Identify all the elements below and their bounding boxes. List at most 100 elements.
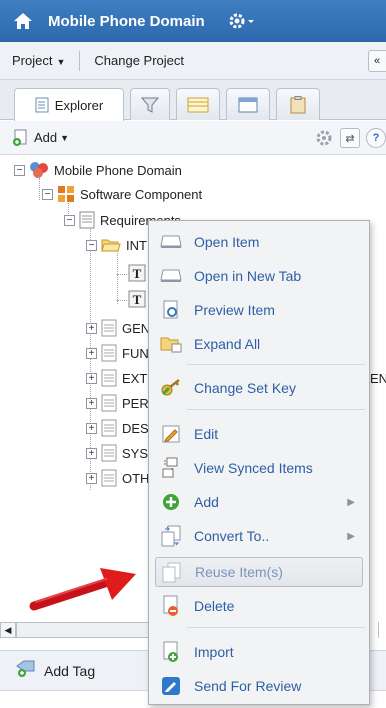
- menu-item-expand-all[interactable]: Expand All: [155, 329, 363, 359]
- document-set-icon: [79, 211, 95, 229]
- document-icon: [101, 444, 117, 462]
- menu-item-import[interactable]: Import: [155, 637, 363, 667]
- tab-grid[interactable]: [176, 88, 220, 120]
- annotation-arrow-icon: [29, 568, 136, 611]
- tree-node-label: GEN: [122, 320, 151, 336]
- home-icon[interactable]: [12, 10, 34, 32]
- delete-icon: [159, 594, 183, 618]
- convert-icon: [159, 524, 183, 548]
- scroll-left-button[interactable]: ◀: [0, 622, 16, 638]
- app-title-bar: Mobile Phone Domain: [0, 0, 386, 42]
- settings-gear-icon[interactable]: [227, 11, 255, 31]
- menu-item-label: Expand All: [194, 336, 261, 352]
- menu-item-label: Import: [194, 644, 234, 660]
- submenu-arrow-icon: ▶: [347, 530, 355, 542]
- tree-node-label: Software Component: [80, 186, 203, 202]
- collapse-toggle[interactable]: −: [14, 164, 25, 176]
- tree-node-doc[interactable]: + OTH: [86, 467, 149, 489]
- tree-node-doc[interactable]: + SYS: [86, 442, 148, 464]
- tree-node-doc[interactable]: + GEN: [86, 317, 150, 339]
- expand-toggle[interactable]: +: [86, 397, 97, 409]
- menu-item-change-set-key[interactable]: Change Set Key: [155, 373, 363, 403]
- tree-node-label: EXT: [122, 370, 148, 386]
- menu-item-label: Reuse Item(s): [195, 564, 283, 580]
- explorer-icon: [35, 97, 49, 113]
- add-tag-button[interactable]: Add Tag: [44, 663, 95, 679]
- collapse-panel-button[interactable]: «: [368, 50, 386, 72]
- scroll-right-button[interactable]: [378, 622, 386, 638]
- add-tag-icon: [16, 660, 36, 681]
- clipboard-icon: [290, 95, 306, 113]
- document-icon: [101, 419, 117, 437]
- tree-node-doc[interactable]: + DES: [86, 417, 149, 439]
- menu-item-view-synced-items[interactable]: View Synced Items: [155, 453, 363, 483]
- synced-items-icon: [159, 456, 183, 480]
- expand-toggle[interactable]: +: [86, 347, 97, 359]
- tree-node-label: INTI: [126, 237, 151, 253]
- add-circle-icon: [159, 490, 183, 514]
- menu-item-convert-to[interactable]: Convert To.. ▶: [155, 521, 363, 551]
- menu-item-preview-item[interactable]: Preview Item: [155, 295, 363, 325]
- expand-toggle[interactable]: +: [86, 322, 97, 334]
- menu-item-label: Add: [194, 494, 219, 510]
- tree-node-software-component[interactable]: − Software Component: [42, 183, 202, 205]
- tab-window[interactable]: [226, 88, 270, 120]
- add-button[interactable]: Add ▼: [12, 129, 69, 147]
- tab-clipboard[interactable]: [276, 88, 320, 120]
- tree-node-doc[interactable]: + FUN: [86, 342, 149, 364]
- refresh-icon[interactable]: ⇄: [340, 128, 360, 148]
- domain-icon: [29, 161, 49, 179]
- expand-all-icon: [159, 332, 183, 356]
- menu-item-label: Edit: [194, 426, 219, 442]
- tree-node-doc[interactable]: + PER: [86, 392, 149, 414]
- expand-toggle[interactable]: +: [86, 472, 97, 484]
- divider: [79, 50, 81, 71]
- change-project-link[interactable]: Change Project: [94, 53, 184, 68]
- tab-explorer[interactable]: Explorer: [14, 88, 124, 121]
- svg-text:T: T: [133, 292, 142, 307]
- open-item-icon: [159, 230, 183, 254]
- collapse-toggle[interactable]: −: [42, 188, 53, 200]
- menu-item-delete[interactable]: Delete: [155, 591, 363, 621]
- menu-item-label: Open in New Tab: [194, 268, 302, 284]
- tree-node-label: PER: [122, 395, 149, 411]
- horizontal-scrollbar-thumb[interactable]: [16, 622, 166, 638]
- menu-item-label: Delete: [194, 598, 235, 614]
- menu-item-open-new-tab[interactable]: Open in New Tab: [155, 261, 363, 291]
- expand-toggle[interactable]: +: [86, 422, 97, 434]
- collapse-toggle[interactable]: −: [64, 214, 75, 226]
- tree-node-label: Mobile Phone Domain: [54, 162, 182, 178]
- tree-node-label: SYS: [122, 445, 149, 461]
- menu-item-add[interactable]: Add ▶: [155, 487, 363, 517]
- expand-toggle[interactable]: +: [86, 447, 97, 459]
- tree-node-label: FUN: [122, 345, 149, 361]
- menu-item-edit[interactable]: Edit: [155, 419, 363, 449]
- expand-toggle[interactable]: +: [86, 372, 97, 384]
- tree-node-root[interactable]: − Mobile Phone Domain: [14, 159, 182, 181]
- menu-item-send-for-review[interactable]: Send For Review: [155, 671, 363, 701]
- document-icon: [101, 394, 117, 412]
- collapse-toggle[interactable]: −: [86, 239, 97, 251]
- text-item-icon: T: [128, 264, 146, 282]
- menu-item-label: Convert To..: [194, 528, 270, 544]
- add-document-icon: [13, 129, 27, 146]
- settings-icon[interactable]: [314, 128, 334, 148]
- menu-item-reuse-items[interactable]: Reuse Item(s): [155, 557, 363, 587]
- window-icon: [238, 97, 258, 112]
- tab-filter[interactable]: [130, 88, 170, 120]
- key-icon: [159, 376, 183, 400]
- filter-icon: [141, 97, 159, 113]
- review-icon: [159, 674, 183, 698]
- project-menu[interactable]: Project ▼: [12, 53, 65, 68]
- submenu-arrow-icon: ▶: [347, 496, 355, 508]
- tree-node-doc[interactable]: + EXT: [86, 367, 147, 389]
- menu-item-label: Send For Review: [194, 678, 302, 694]
- add-button-label: Add: [34, 130, 58, 145]
- domain-title[interactable]: Mobile Phone Domain: [48, 13, 205, 30]
- project-bar: Project ▼ Change Project «: [0, 42, 386, 80]
- menu-item-open-item[interactable]: Open Item: [155, 227, 363, 257]
- help-icon[interactable]: ?: [366, 128, 386, 148]
- menu-item-label: Open Item: [194, 234, 260, 250]
- tree-node-folder[interactable]: − INTI: [86, 234, 151, 256]
- preview-icon: [159, 298, 183, 322]
